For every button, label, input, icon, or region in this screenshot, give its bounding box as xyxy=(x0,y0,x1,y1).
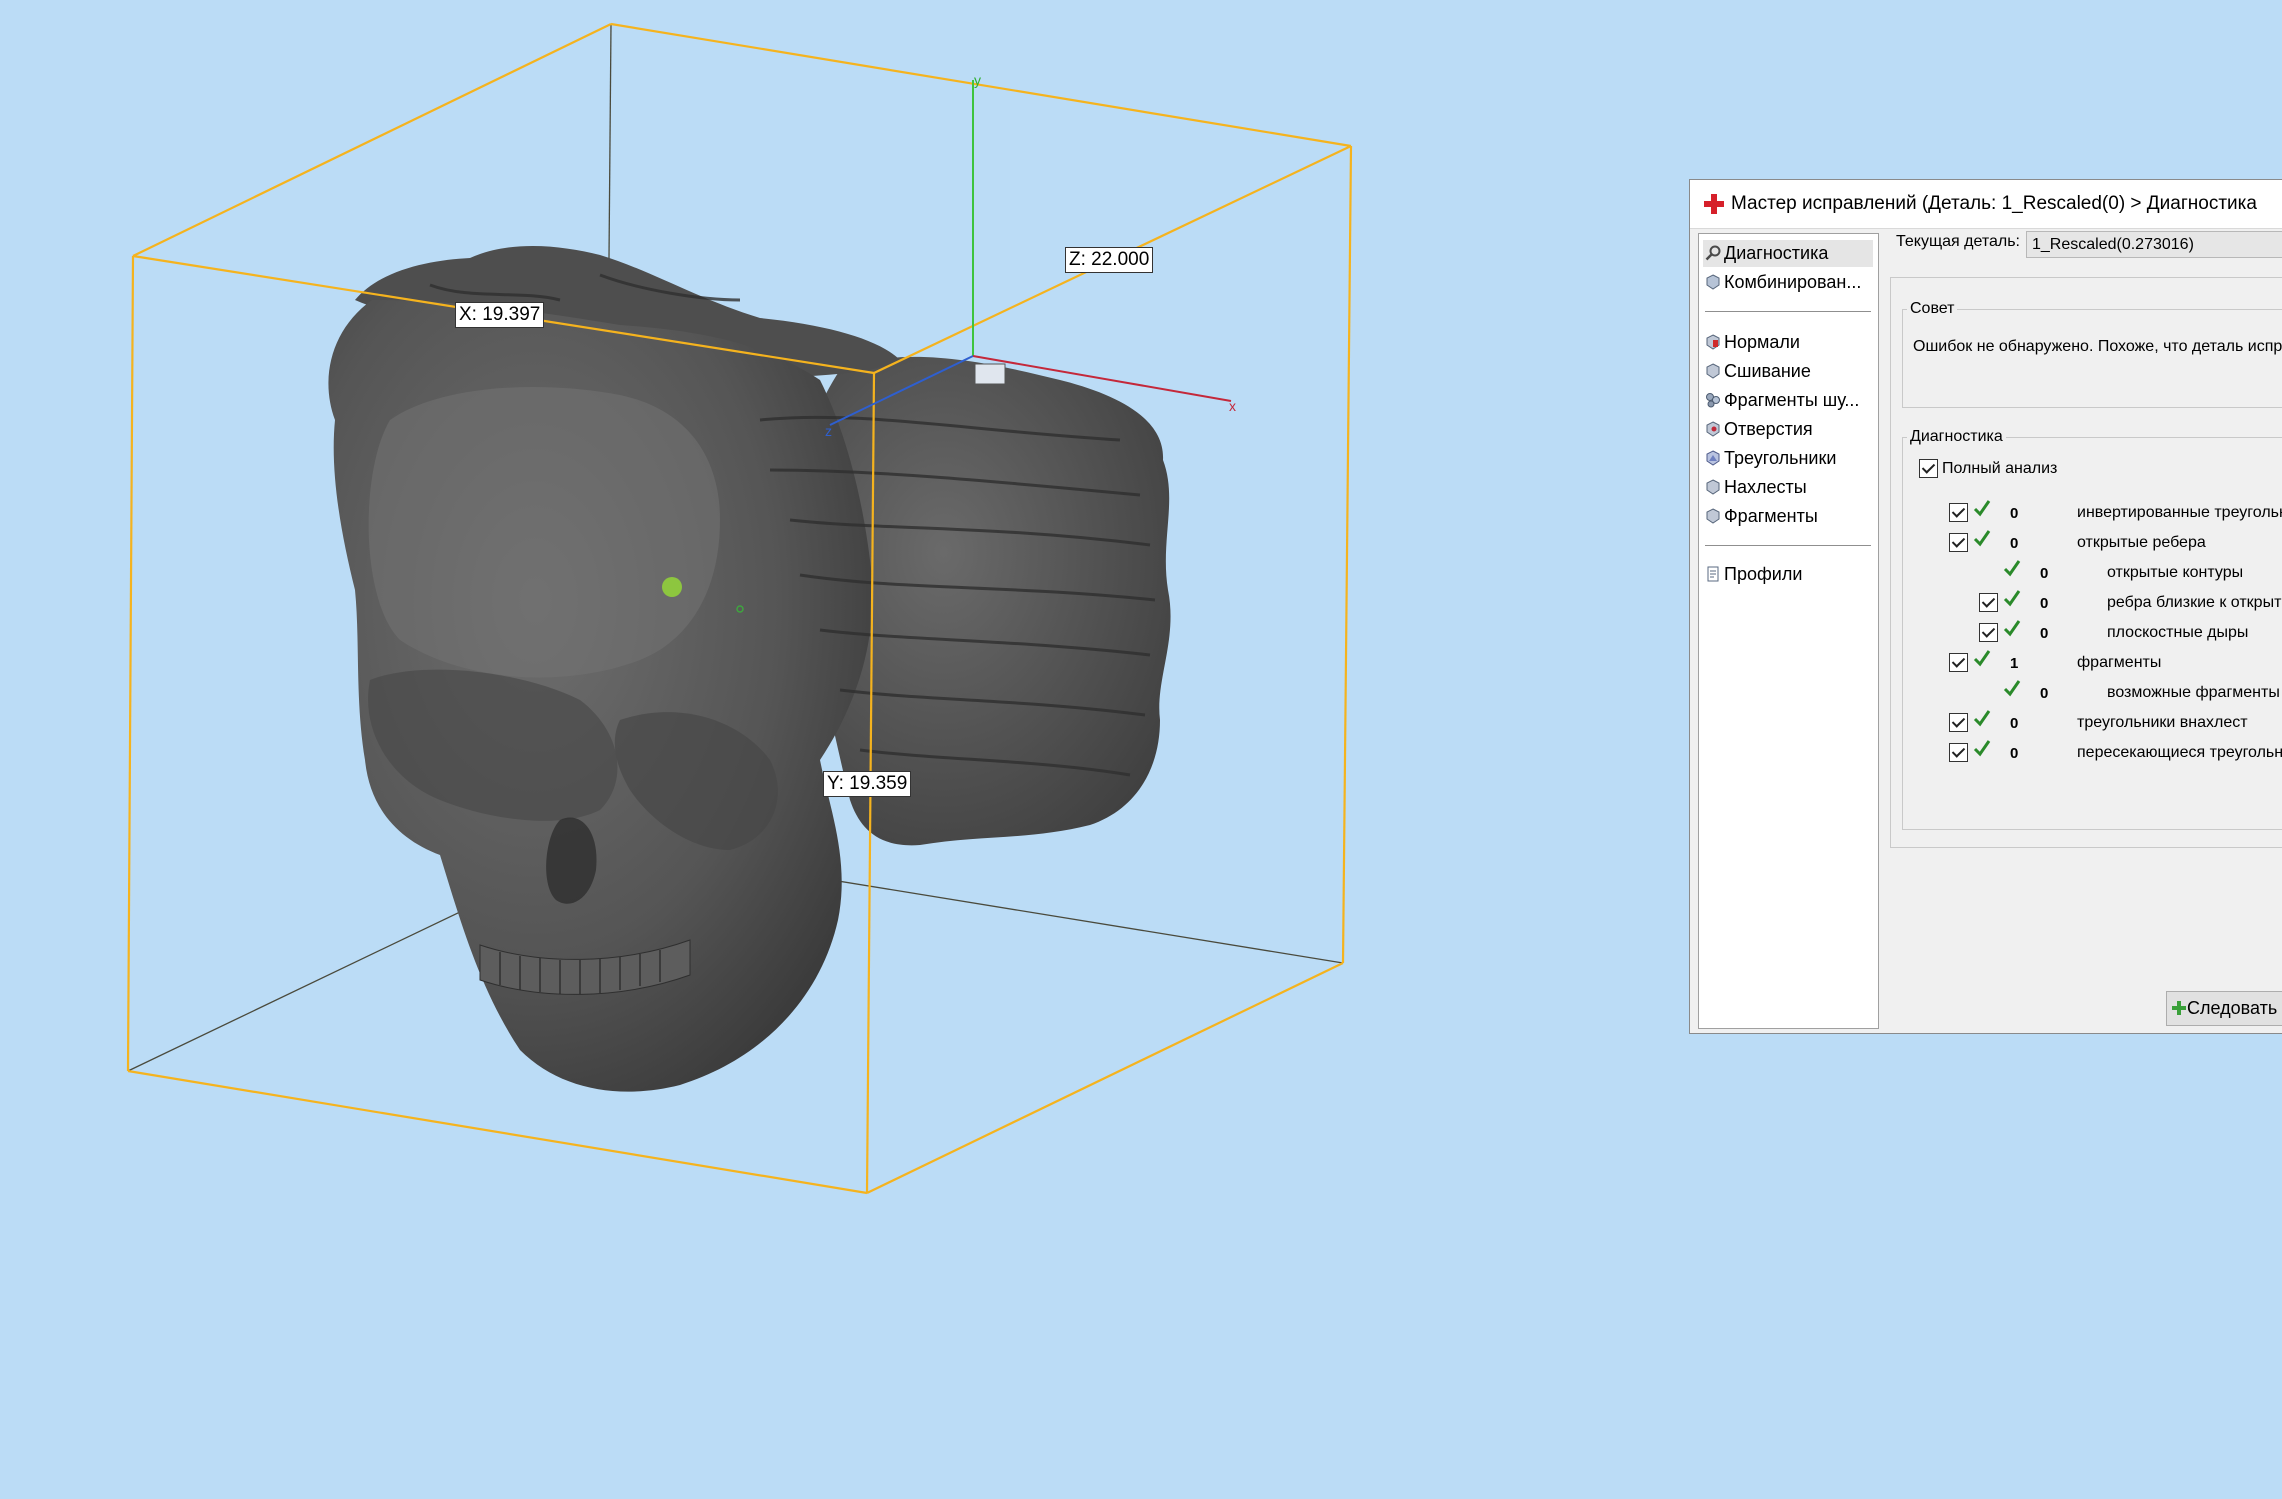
row-count: 0 xyxy=(2040,625,2049,642)
axis-z-label: z xyxy=(825,423,832,439)
nav-item-label: Фрагменты xyxy=(1724,506,1818,526)
nav-item-overlaps[interactable]: Нахлесты xyxy=(1703,474,1873,501)
diagnostics-legend: Диагностика xyxy=(1910,428,2003,445)
nav-item-stitching[interactable]: Сшивание xyxy=(1703,358,1873,385)
red-cross-icon xyxy=(1704,194,1724,214)
nav-item-noise-shells[interactable]: Фрагменты шу... xyxy=(1703,387,1873,414)
row-count: 0 xyxy=(2010,505,2019,522)
check-ok-icon xyxy=(1973,740,1991,757)
nav-item-profiles[interactable]: Профили xyxy=(1703,561,1873,588)
overlaps-icon xyxy=(1706,479,1720,495)
dimension-x-label: X: 19.397 xyxy=(455,302,545,328)
dimension-y-label: Y: 19.359 xyxy=(823,771,912,797)
row-checkbox[interactable] xyxy=(1949,713,1968,732)
check-ok-icon xyxy=(2003,680,2021,697)
nav-item-label: Треугольники xyxy=(1724,448,1837,468)
triangles-icon xyxy=(1706,450,1720,466)
axis-y-label: y xyxy=(974,72,981,88)
row-checkbox[interactable] xyxy=(1979,623,1998,642)
wizard-nav-panel: Диагностика Комбинирован... Нормали Сшив… xyxy=(1698,233,1879,1029)
nav-item-combined[interactable]: Комбинирован... xyxy=(1703,269,1873,296)
cube-icon xyxy=(1706,274,1720,290)
check-ok-icon xyxy=(2003,560,2021,577)
nav-item-label: Нормали xyxy=(1724,332,1800,352)
nav-separator xyxy=(1705,545,1871,546)
nav-item-label: Нахлесты xyxy=(1724,477,1807,497)
dimension-z-label: Z: 22.000 xyxy=(1065,247,1154,273)
row-count: 0 xyxy=(2040,565,2049,582)
row-label: инвертированные треугольн xyxy=(2077,504,2282,521)
nav-item-label: Диагностика xyxy=(1724,243,1829,263)
advice-legend: Совет xyxy=(1910,300,1955,317)
full-analysis-checkbox[interactable] xyxy=(1919,459,1938,478)
nav-item-normals[interactable]: Нормали xyxy=(1703,329,1873,356)
nav-item-label: Отверстия xyxy=(1724,419,1813,439)
row-label: пересекающиеся треугольн xyxy=(2077,744,2282,761)
advice-group: Совет Ошибок не обнаружено. Похоже, что … xyxy=(1902,300,2282,408)
stitch-icon xyxy=(1706,363,1720,379)
row-label: возможные фрагменты xyxy=(2107,684,2280,701)
full-analysis-label: Полный анализ xyxy=(1942,460,2058,477)
holes-icon xyxy=(1706,421,1720,437)
fix-wizard-dialog[interactable]: Мастер исправлений (Деталь: 1_Rescaled(0… xyxy=(1689,179,2282,1034)
check-ok-icon xyxy=(1973,710,1991,727)
magnifier-icon xyxy=(1705,245,1721,261)
row-checkbox[interactable] xyxy=(1979,593,1998,612)
row-label: открытые ребера xyxy=(2077,534,2206,551)
nav-item-label: Комбинирован... xyxy=(1724,272,1862,292)
current-part-label: Текущая деталь: xyxy=(1896,233,2020,250)
nav-item-diagnostics[interactable]: Диагностика xyxy=(1703,240,1873,267)
profile-icon xyxy=(1707,566,1719,582)
nav-item-shells[interactable]: Фрагменты xyxy=(1703,503,1873,530)
nav-separator xyxy=(1705,311,1871,312)
nav-item-label: Фрагменты шу... xyxy=(1724,390,1860,410)
row-label: плоскостные дыры xyxy=(2107,624,2249,641)
row-checkbox[interactable] xyxy=(1949,653,1968,672)
check-ok-icon xyxy=(1973,650,1991,667)
row-count: 0 xyxy=(2040,595,2049,612)
row-count: 0 xyxy=(2010,745,2019,762)
dialog-title: Мастер исправлений (Деталь: 1_Rescaled(0… xyxy=(1731,193,2257,214)
noise-shells-icon xyxy=(1706,393,1720,408)
nav-item-label: Профили xyxy=(1724,564,1803,584)
row-checkbox[interactable] xyxy=(1949,743,1968,762)
advice-text: Ошибок не обнаружено. Похоже, что деталь… xyxy=(1913,338,2282,355)
row-label: ребра близкие к открыт xyxy=(2107,594,2282,611)
row-checkbox[interactable] xyxy=(1949,503,1968,522)
axis-x-label: x xyxy=(1229,398,1236,414)
row-label: треугольники внахлест xyxy=(2077,714,2248,731)
check-ok-icon xyxy=(1973,530,1991,547)
row-count: 1 xyxy=(2010,655,2019,672)
row-count: 0 xyxy=(2010,535,2019,552)
row-label: открытые контуры xyxy=(2107,564,2244,581)
row-count: 0 xyxy=(2010,715,2019,732)
nav-item-triangles[interactable]: Треугольники xyxy=(1703,445,1873,472)
normals-icon xyxy=(1706,334,1720,350)
shells-icon xyxy=(1706,508,1720,524)
skull-model[interactable] xyxy=(328,245,1171,1092)
row-label: фрагменты xyxy=(2077,654,2162,671)
check-ok-icon xyxy=(2003,590,2021,607)
button-label: Следовать р xyxy=(2187,998,2282,1018)
dialog-titlebar[interactable]: Мастер исправлений (Деталь: 1_Rescaled(0… xyxy=(1690,180,2282,229)
follow-recommendation-button[interactable]: Следовать р xyxy=(2166,991,2282,1026)
row-checkbox[interactable] xyxy=(1949,533,1968,552)
current-part-field[interactable]: 1_Rescaled(0.273016) xyxy=(2026,231,2282,258)
check-ok-icon xyxy=(2003,620,2021,637)
nav-item-label: Сшивание xyxy=(1724,361,1811,381)
check-ok-icon xyxy=(1973,500,1991,517)
row-count: 0 xyxy=(2040,685,2049,702)
nav-item-holes[interactable]: Отверстия xyxy=(1703,416,1873,443)
